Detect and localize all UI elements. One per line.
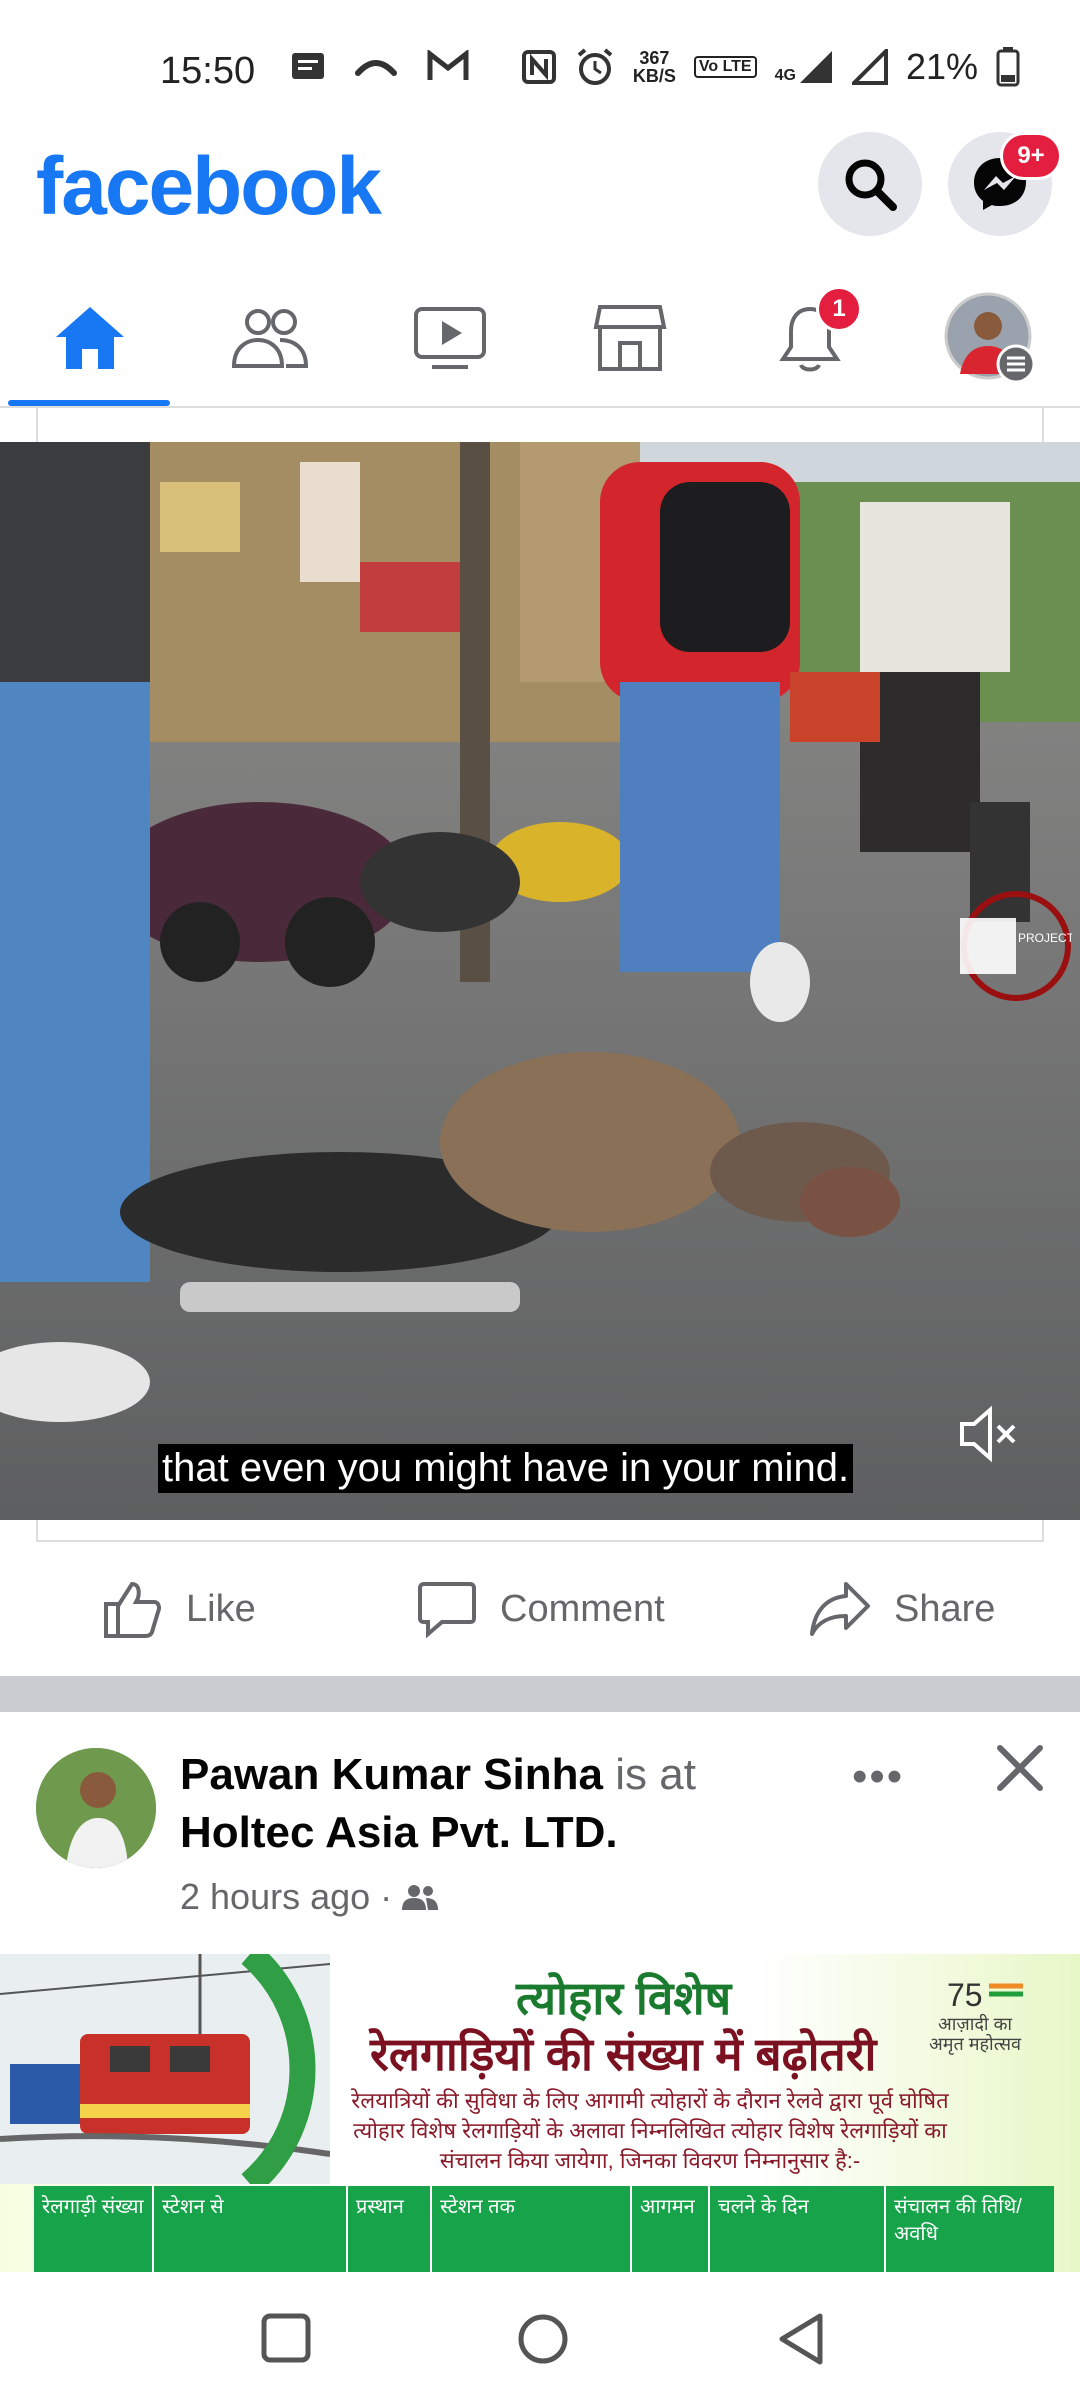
alarm-icon: [577, 48, 613, 85]
tab-home[interactable]: [0, 270, 180, 406]
system-icons: 367 KB/S Vo LTE 4G 21%: [521, 46, 1020, 88]
system-nav-bar: [0, 2272, 1080, 2400]
marketplace-icon: [593, 305, 667, 371]
table-header-cell: स्टेशन से: [154, 2186, 348, 2272]
close-icon: [997, 1745, 1043, 1791]
azadi-logo: 75 आज़ादी का अमृत महोत्सव: [929, 1976, 1030, 2054]
hide-post-button[interactable]: [994, 1742, 1046, 1799]
post-image[interactable]: त्योहार विशेष रेलगाड़ियों की संख्या में …: [0, 1954, 1080, 2272]
video-watermark: PROJECT NIGHTFALL: [960, 890, 1080, 1007]
checkin-place[interactable]: Holtec Asia Pvt. LTD.: [180, 1808, 618, 1858]
author-avatar[interactable]: [36, 1748, 156, 1868]
search-button[interactable]: [818, 132, 922, 236]
post-meta: 2 hours ago ·: [180, 1876, 440, 1918]
share-icon: [810, 1582, 870, 1636]
share-button[interactable]: Share: [808, 1578, 995, 1640]
status-bar: 15:50 367 KB/S Vo LTE 4G 21%: [0, 0, 1080, 130]
post-more-button[interactable]: •••: [852, 1752, 904, 1802]
comment-button[interactable]: Comment: [416, 1578, 665, 1640]
azadi-logo-text: आज़ादी का अमृत महोत्सव: [928, 2014, 1022, 2054]
tab-marketplace[interactable]: [540, 270, 720, 406]
table-header-cell: आगमन: [632, 2186, 710, 2272]
home-button[interactable]: [516, 2312, 570, 2371]
author-photo: [36, 1748, 156, 1868]
previous-post-edge: [36, 408, 1044, 442]
volume-muted-icon: [960, 1405, 1016, 1463]
home-icon: [56, 307, 124, 369]
status-time: 15:50: [160, 50, 256, 92]
signal-icon-2: [851, 49, 888, 85]
signal-icon: [799, 51, 832, 83]
table-header-cell: स्टेशन तक: [432, 2186, 632, 2272]
messenger-badge: 9+: [1000, 132, 1062, 180]
triangle-back-icon: [779, 2313, 823, 2365]
banner-title: त्योहार विशेष: [516, 1972, 732, 2024]
post-card-bottom: [36, 1520, 1044, 1542]
network-speed-unit: KB/S: [632, 66, 676, 86]
app-header: facebook: [0, 130, 1080, 270]
battery-percent: 21%: [905, 46, 978, 87]
video-caption: that even you might have in your mind.: [158, 1444, 854, 1493]
facebook-logo[interactable]: facebook: [36, 140, 382, 234]
circle-icon: [518, 2314, 568, 2364]
notification-icons: [290, 50, 470, 82]
thumbs-up-icon: [104, 1581, 161, 1638]
tab-menu[interactable]: [900, 270, 1080, 406]
recents-button[interactable]: [260, 2312, 312, 2369]
table-header-cell: चलने के दिन: [710, 2186, 886, 2272]
svg-text:75: 75: [947, 1977, 983, 2010]
search-icon: [845, 159, 897, 211]
gmail-icon: [427, 50, 469, 80]
main-tab-bar: [0, 270, 1080, 408]
post-header: Pawan Kumar Sinha is at Holtec Asia Pvt.…: [0, 1712, 1080, 1952]
watermark-text: PROJECT NIGHTFALL: [1018, 931, 1072, 945]
network-speed: 367 KB/S: [633, 49, 676, 85]
table-header-cell: संचालन की तिथि/अवधि: [894, 2196, 1022, 2245]
azadi-75-icon: 75: [947, 1977, 1023, 2013]
like-button[interactable]: Like: [102, 1578, 256, 1640]
nfc-icon: [521, 50, 556, 84]
comment-icon: [418, 1582, 476, 1639]
tab-notifications[interactable]: [720, 270, 900, 406]
mute-button[interactable]: [956, 1402, 1020, 1471]
battery-icon: [996, 47, 1020, 87]
signal-group: 4G: [775, 49, 834, 85]
share-label: Share: [894, 1587, 996, 1630]
volte-badge: Vo LTE: [693, 56, 757, 78]
tab-friends[interactable]: [180, 270, 360, 406]
friends-audience-icon: [402, 1885, 439, 1910]
network-speed-value: 367: [639, 48, 670, 68]
back-button[interactable]: [776, 2312, 828, 2371]
is-at-text: is at: [603, 1750, 696, 1799]
banner-subtitle: रेलगाड़ियों की संख्या में बढ़ोतरी: [370, 2028, 877, 2080]
notifications-badge: 1: [816, 286, 862, 332]
tab-watch[interactable]: [360, 270, 540, 406]
video-icon: [414, 307, 486, 369]
banner-table-header: रेलगाड़ी संख्या स्टेशन से प्रस्थान स्टेश…: [34, 2186, 1054, 2272]
author-line: Pawan Kumar Sinha is at: [180, 1750, 696, 1800]
post-actions: Like Comment Share: [0, 1552, 1080, 1672]
square-icon: [261, 2313, 311, 2363]
missed-call-icon: [355, 60, 397, 76]
train-illustration: [0, 1954, 330, 2184]
active-tab-indicator: [8, 400, 170, 406]
profile-avatar: [944, 292, 1036, 384]
table-header-cell: प्रस्थान: [348, 2186, 432, 2272]
friends-icon: [231, 309, 309, 368]
like-label: Like: [186, 1587, 256, 1630]
feed-divider: [0, 1676, 1080, 1712]
message-notification-icon: [292, 53, 324, 79]
table-header-cell: रेलगाड़ी संख्या: [34, 2186, 154, 2272]
post-time[interactable]: 2 hours ago ·: [180, 1876, 392, 1918]
video-frame: [0, 442, 1080, 1520]
banner-text: रेलयात्रियों की सुविधा के लिए आगामी त्यो…: [351, 2088, 949, 2173]
comment-label: Comment: [500, 1587, 665, 1630]
project-nightfall-logo: PROJECT NIGHTFALL: [960, 891, 1080, 1001]
video-player[interactable]: PROJECT NIGHTFALL: [0, 442, 1080, 1520]
network-type: 4G: [774, 67, 796, 84]
author-name[interactable]: Pawan Kumar Sinha: [180, 1750, 603, 1799]
